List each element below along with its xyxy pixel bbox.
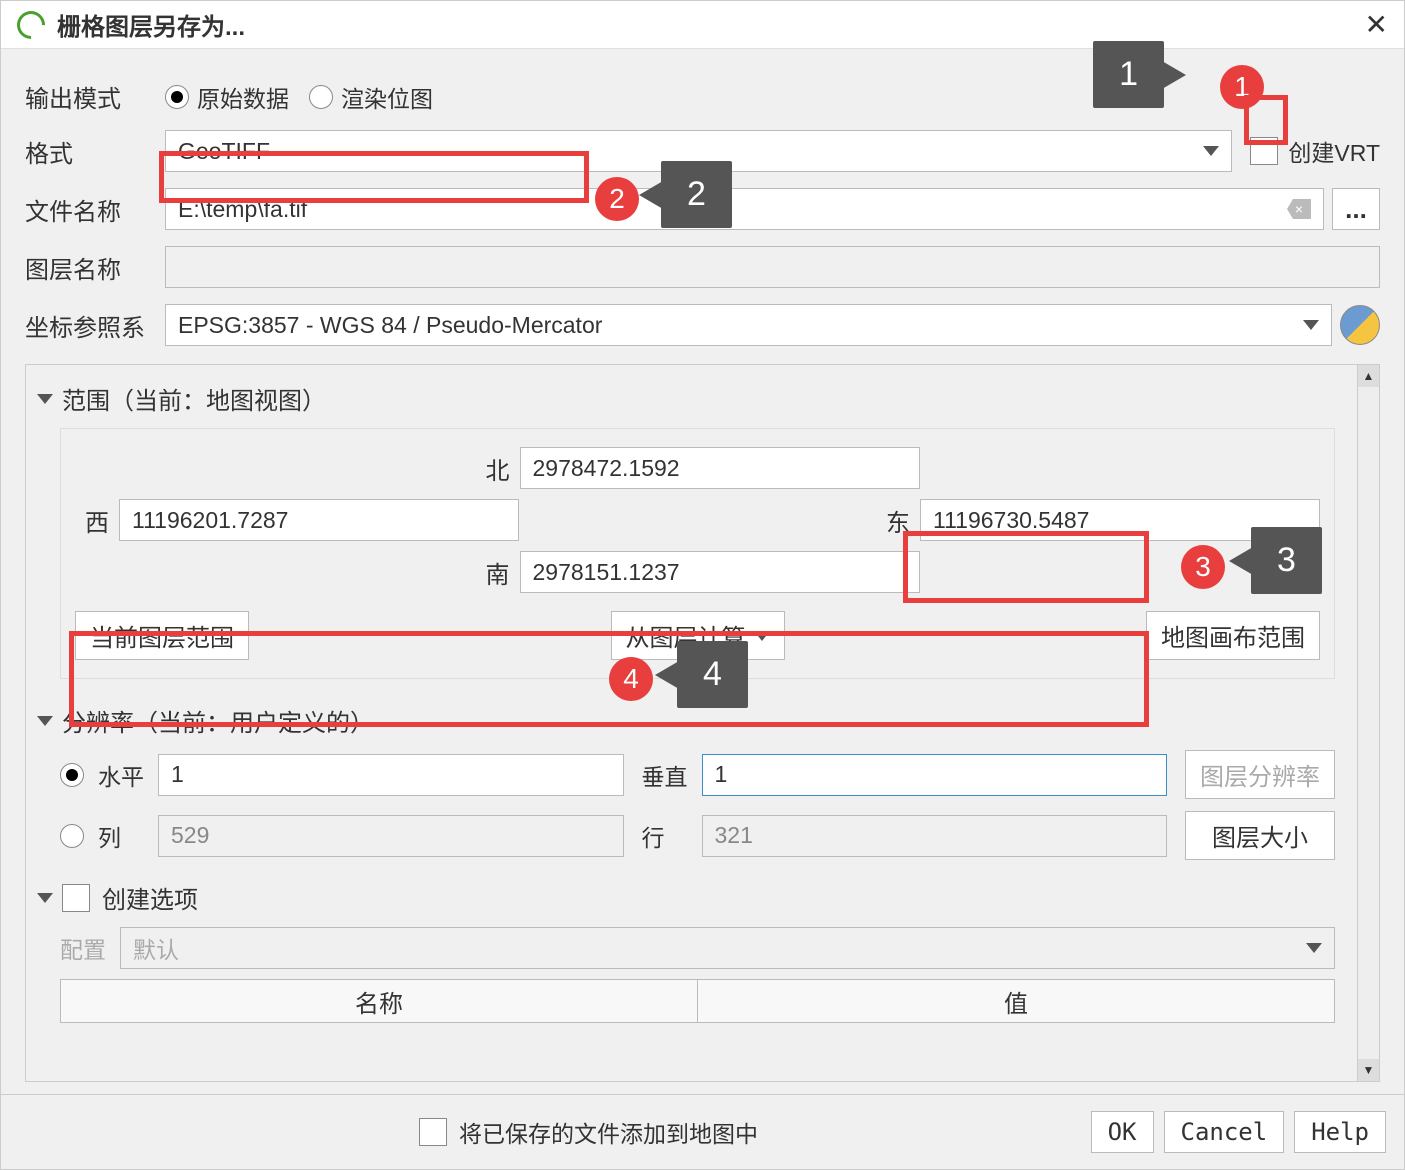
radio-rendered-label: 渲染位图 — [341, 80, 433, 114]
dialog-window: 栅格图层另存为... ✕ 输出模式 原始数据 渲染位图 格式 GeoTIFF 创… — [0, 0, 1405, 1170]
vert-label: 垂直 — [642, 758, 702, 792]
create-opts-box: 配置 默认 名称 值 — [60, 927, 1335, 1023]
horiz-input[interactable]: 1 — [158, 754, 624, 796]
east-label: 东 — [876, 503, 910, 538]
options-table-header: 名称 值 — [60, 979, 1335, 1023]
format-label: 格式 — [25, 134, 165, 169]
chevron-down-icon — [1303, 320, 1319, 330]
col-value: 值 — [698, 980, 1334, 1022]
clear-icon[interactable]: × — [1287, 199, 1311, 219]
rows-label: 行 — [642, 819, 702, 853]
layer-name-input — [165, 246, 1380, 288]
file-name-input[interactable]: E:\temp\fa.tif × — [165, 188, 1324, 230]
north-value: 2978472.1592 — [533, 455, 680, 482]
chevron-down-icon — [754, 631, 770, 641]
chevron-down-icon — [1203, 146, 1219, 156]
window-title: 栅格图层另存为... — [57, 7, 1365, 42]
output-mode-label: 输出模式 — [25, 79, 165, 114]
vertical-scrollbar[interactable]: ▲ ▼ — [1357, 365, 1379, 1081]
south-input[interactable]: 2978151.1237 — [520, 551, 920, 593]
options-scroll-area: ▲ ▼ 范围（当前：地图视图） 北 2978472.1592 西 — [25, 364, 1380, 1082]
south-value: 2978151.1237 — [533, 559, 680, 586]
cols-label: 列 — [98, 819, 158, 853]
crs-value: EPSG:3857 - WGS 84 / Pseudo-Mercator — [178, 312, 602, 339]
cancel-button[interactable]: Cancel — [1164, 1111, 1285, 1153]
annotation-callout-3: 3 — [1251, 527, 1322, 594]
radio-rendered[interactable]: 渲染位图 — [309, 80, 433, 114]
layer-resolution-button[interactable]: 图层分辨率 — [1185, 750, 1335, 799]
radio-dot-icon — [165, 85, 189, 109]
titlebar: 栅格图层另存为... ✕ — [1, 1, 1404, 49]
horiz-label: 水平 — [98, 758, 158, 792]
annotation-badge-1: 1 — [1220, 65, 1264, 109]
close-icon[interactable]: ✕ — [1365, 8, 1388, 41]
vert-input[interactable]: 1 — [702, 754, 1168, 796]
layer-name-row: 图层名称 — [25, 246, 1380, 288]
crs-row: 坐标参照系 EPSG:3857 - WGS 84 / Pseudo-Mercat… — [25, 304, 1380, 346]
qgis-icon — [11, 5, 51, 45]
crs-select-button[interactable] — [1340, 305, 1380, 345]
radio-raw-data[interactable]: 原始数据 — [165, 80, 289, 114]
cols-input: 529 — [158, 815, 624, 857]
east-value: 11196730.5487 — [933, 507, 1089, 534]
dialog-content: 输出模式 原始数据 渲染位图 格式 GeoTIFF 创建VRT 文件名称 — [1, 49, 1404, 1094]
col-name: 名称 — [61, 980, 698, 1022]
add-to-map-label: 将已保存的文件添加到地图中 — [459, 1115, 758, 1149]
add-to-map-checkbox[interactable] — [419, 1118, 447, 1146]
rows-input: 321 — [702, 815, 1168, 857]
annotation-badge-3: 3 — [1181, 545, 1225, 589]
radio-resolution[interactable] — [60, 763, 84, 787]
dialog-footer: 将已保存的文件添加到地图中 OK Cancel Help — [1, 1094, 1404, 1169]
layer-name-label: 图层名称 — [25, 250, 165, 285]
file-name-label: 文件名称 — [25, 192, 165, 227]
annotation-callout-4: 4 — [677, 641, 748, 708]
resolution-group-header[interactable]: 分辨率（当前：用户定义的） — [40, 703, 1365, 738]
west-label: 西 — [75, 503, 109, 538]
format-value: GeoTIFF — [178, 138, 270, 165]
file-name-value: E:\temp\fa.tif — [178, 196, 307, 223]
radio-circle-icon — [309, 85, 333, 109]
crs-label: 坐标参照系 — [25, 308, 165, 343]
annotation-callout-2: 2 — [661, 161, 732, 228]
scroll-up-icon[interactable]: ▲ — [1358, 365, 1379, 387]
annotation-callout-1: 1 — [1093, 41, 1164, 108]
create-options-text: 创建选项 — [102, 880, 198, 915]
create-options-checkbox[interactable] — [62, 884, 90, 912]
resolution-header-text: 分辨率（当前：用户定义的） — [62, 703, 374, 738]
extent-group-header[interactable]: 范围（当前：地图视图） — [40, 381, 1365, 416]
resolution-box: 水平 1 垂直 1 图层分辨率 列 529 行 321 图层大小 — [60, 750, 1335, 860]
radio-size[interactable] — [60, 824, 84, 848]
west-input[interactable]: 11196201.7287 — [119, 499, 519, 541]
layer-size-button[interactable]: 图层大小 — [1185, 811, 1335, 860]
browse-button[interactable]: ... — [1332, 188, 1380, 230]
profile-label: 配置 — [60, 931, 120, 965]
create-vrt-label: 创建VRT — [1288, 134, 1380, 168]
create-vrt-checkbox[interactable] — [1250, 137, 1278, 165]
chevron-down-icon — [1306, 943, 1322, 953]
collapse-triangle-icon — [37, 716, 53, 726]
collapse-triangle-icon — [37, 394, 53, 404]
profile-value: 默认 — [133, 931, 179, 965]
profile-combobox: 默认 — [120, 927, 1335, 969]
create-options-header[interactable]: 创建选项 — [40, 880, 1365, 915]
map-canvas-extent-button[interactable]: 地图画布范围 — [1146, 611, 1320, 660]
crs-combobox[interactable]: EPSG:3857 - WGS 84 / Pseudo-Mercator — [165, 304, 1332, 346]
current-layer-extent-button[interactable]: 当前图层范围 — [75, 611, 249, 660]
south-label: 南 — [476, 555, 510, 590]
help-button[interactable]: Help — [1294, 1111, 1386, 1153]
annotation-badge-2: 2 — [595, 177, 639, 221]
scroll-down-icon[interactable]: ▼ — [1358, 1059, 1379, 1081]
north-input[interactable]: 2978472.1592 — [520, 447, 920, 489]
extent-header-text: 范围（当前：地图视图） — [62, 381, 326, 416]
north-label: 北 — [476, 451, 510, 486]
collapse-triangle-icon — [37, 893, 53, 903]
annotation-badge-4: 4 — [609, 657, 653, 701]
radio-raw-label: 原始数据 — [197, 80, 289, 114]
west-value: 11196201.7287 — [132, 507, 288, 534]
ok-button[interactable]: OK — [1091, 1111, 1154, 1153]
